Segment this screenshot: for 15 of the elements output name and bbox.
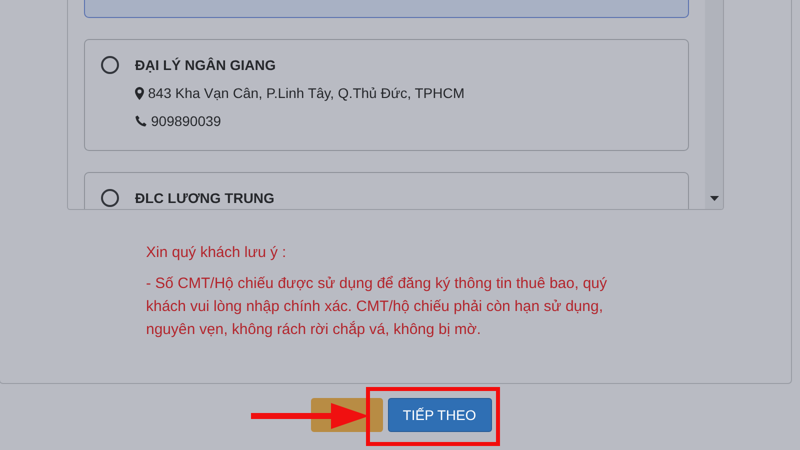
notice-title: Xin quý khách lưu ý :: [146, 243, 288, 263]
agent-card[interactable]: ĐẠI LÝ NGÂN GIANG 843 Kha Vạn Cân, P.Linh Tây, Q.Thủ Đức, TPHCM 909890039: [84, 39, 689, 151]
agent-name: ĐẠI LÝ NGÂN GIANG: [135, 57, 277, 73]
phone-icon: [135, 115, 147, 127]
next-button[interactable]: TIẾP THEO: [388, 398, 492, 432]
agent-card[interactable]: ĐLC LƯƠNG TRUNG: [84, 172, 689, 209]
radio-button[interactable]: [101, 56, 119, 74]
agent-phone: 909890039: [151, 113, 222, 129]
agent-address: 843 Kha Vạn Cân, P.Linh Tây, Q.Thủ Đức, TPHCM: [148, 85, 464, 101]
agent-name: ĐLC LƯƠNG TRUNG: [135, 190, 274, 206]
map-pin-icon: [135, 86, 144, 100]
scrollbar[interactable]: [705, 0, 723, 209]
scroll-down-icon[interactable]: [710, 196, 718, 201]
notice-text: - Số CMT/Hộ chiếu được sử dụng để đăng ký thông tin thuê bao, quý khách vui lòng nhập chính xác. CMT/hộ chiếu phải còn hạn sử dụng, nguyên vẹn, không rách rời chắp vá, không bị mờ.: [146, 274, 608, 340]
radio-button[interactable]: [101, 189, 119, 207]
